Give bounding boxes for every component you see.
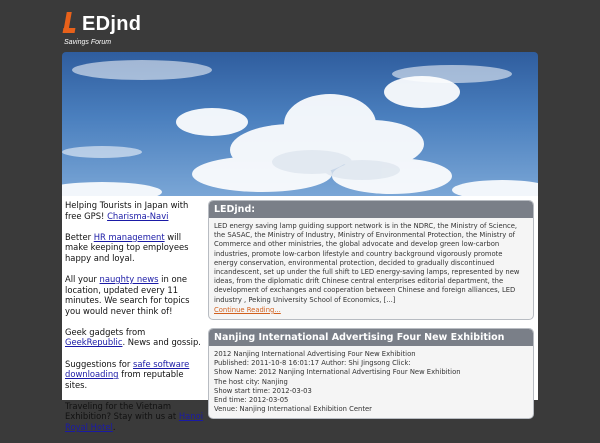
- site-name[interactable]: EDjnd: [82, 13, 141, 36]
- continue-reading-link[interactable]: Continue Reading...: [214, 306, 528, 315]
- hero-banner-image: [62, 52, 538, 196]
- sidebar-ad: All your naughty news in one location, u…: [65, 274, 206, 316]
- sidebar: Helping Tourists in Japan with free GPS!…: [65, 200, 206, 443]
- ad-text: Better: [65, 231, 94, 242]
- about-panel-body: LED energy saving lamp guiding support n…: [209, 218, 533, 319]
- ad-link-hr-management[interactable]: HR management: [94, 232, 165, 242]
- content-area: Helping Tourists in Japan with free GPS!…: [62, 196, 538, 432]
- sidebar-ad: Suggestions for safe software downloadin…: [65, 359, 206, 391]
- sidebar-ad: Helping Tourists in Japan with free GPS!…: [65, 200, 206, 221]
- main-column: LEDjnd: LED energy saving lamp guiding s…: [208, 200, 534, 427]
- post-title[interactable]: Nanjing International Advertising Four N…: [209, 329, 533, 347]
- ad-link-naughty-news[interactable]: naughty news: [100, 274, 159, 284]
- sidebar-ad: Geek gadgets from GeekRepublic. News and…: [65, 327, 206, 348]
- ad-text: All your: [65, 273, 100, 284]
- post-line: 2012 Nanjing International Advertising F…: [214, 350, 416, 359]
- site-tagline: Savings Forum: [64, 39, 112, 46]
- post-line: Published: 2011-10-8 16:01:17 Author: Sh…: [214, 359, 411, 368]
- about-panel-title: LEDjnd:: [209, 201, 533, 218]
- post-panel: Nanjing International Advertising Four N…: [208, 328, 534, 420]
- sidebar-ad: Better HR management will make keeping t…: [65, 232, 206, 264]
- about-panel: LEDjnd: LED energy saving lamp guiding s…: [208, 200, 534, 321]
- about-text: LED energy saving lamp guiding support n…: [214, 222, 520, 304]
- site-header: EDjnd Savings Forum: [0, 0, 600, 52]
- ad-text: Geek gadgets from: [65, 326, 146, 337]
- ad-text: . News and gossip.: [122, 337, 201, 348]
- sidebar-ad: Traveling for the Vietnam Exhibition? St…: [65, 401, 206, 433]
- ad-text: Traveling for the Vietnam Exhibition? St…: [65, 400, 179, 422]
- post-body: 2012 Nanjing International Advertising F…: [209, 346, 533, 418]
- ad-text: .: [112, 422, 116, 432]
- post-line: The host city: Nanjing: [214, 377, 288, 386]
- site-logo-icon[interactable]: [62, 12, 76, 34]
- post-line: Show start time: 2012-03-03: [214, 386, 312, 395]
- ad-link-charisma-navi[interactable]: Charisma-Navi: [107, 211, 168, 221]
- post-line: Venue: Nanjing International Exhibition …: [214, 405, 372, 414]
- ad-link-geekrepublic[interactable]: GeekRepublic: [65, 337, 122, 347]
- post-line: Show Name: 2012 Nanjing International Ad…: [214, 368, 461, 377]
- ad-text: Suggestions for: [65, 358, 134, 369]
- post-line: End time: 2012-03-05: [214, 396, 289, 405]
